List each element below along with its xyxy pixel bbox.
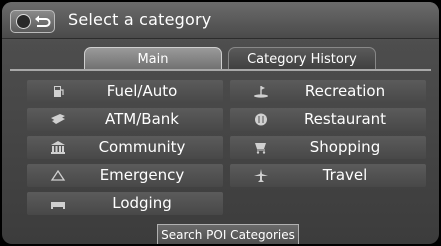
category-label: Fuel/Auto [106, 82, 178, 100]
category-lodging[interactable]: Lodging [27, 192, 223, 215]
category-community[interactable]: Community [27, 136, 223, 159]
navigation-screen: Select a category Main Category History … [2, 2, 439, 244]
category-atm-bank[interactable]: ATM/Bank [27, 108, 223, 131]
category-label: Community [98, 138, 186, 156]
category-emergency[interactable]: Emergency [27, 164, 223, 187]
category-label: Recreation [304, 82, 386, 100]
triangle-icon [50, 169, 66, 181]
building-icon [51, 141, 65, 154]
category-travel[interactable]: Travel [230, 164, 426, 187]
back-arrow-icon [35, 15, 51, 27]
category-label: ATM/Bank [105, 110, 179, 128]
fuel-pump-icon [54, 86, 64, 97]
tab-main[interactable]: Main [84, 47, 222, 70]
category-fuel-auto[interactable]: Fuel/Auto [27, 80, 223, 103]
shopping-cart-icon [255, 143, 266, 154]
atm-card-icon [51, 114, 65, 124]
knob-icon [16, 14, 31, 29]
airplane-icon [254, 169, 268, 182]
category-shopping[interactable]: Shopping [230, 136, 426, 159]
plate-icon [255, 113, 267, 126]
bed-icon [51, 202, 65, 209]
golf-flag-icon [254, 86, 268, 98]
category-restaurant[interactable]: Restaurant [230, 108, 426, 131]
title-bar: Select a category [2, 2, 439, 39]
page-title: Select a category [68, 10, 212, 29]
category-recreation[interactable]: Recreation [230, 80, 426, 103]
category-label: Shopping [309, 138, 381, 156]
tab-divider [10, 69, 431, 71]
category-label: Lodging [112, 194, 172, 212]
search-poi-categories-button[interactable]: Search POI Categories [157, 224, 299, 244]
category-label: Emergency [99, 166, 185, 184]
category-label: Travel [322, 166, 368, 184]
category-label: Restaurant [303, 110, 387, 128]
tab-category-history[interactable]: Category History [228, 47, 376, 70]
back-button[interactable] [10, 10, 55, 33]
